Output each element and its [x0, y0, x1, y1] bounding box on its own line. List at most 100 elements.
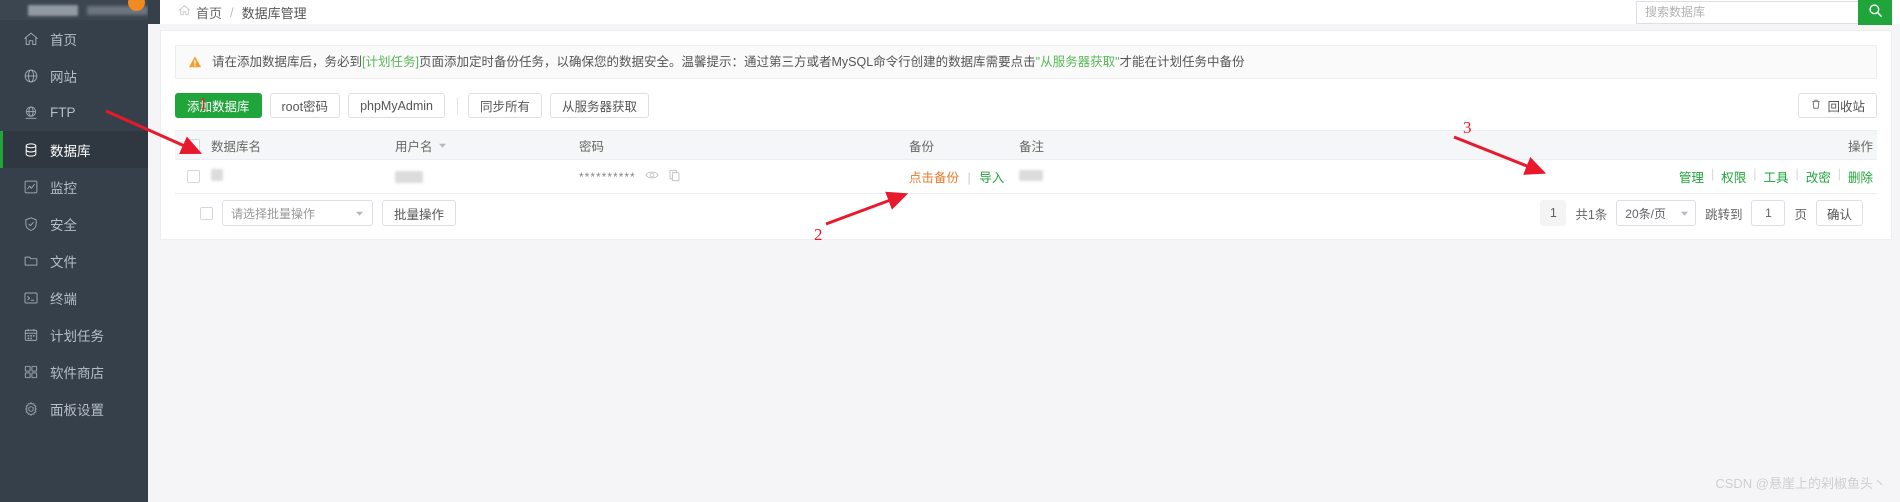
sidebar-item-label: 面板设置 — [50, 402, 104, 418]
sidebar-item-label: 监控 — [50, 180, 77, 196]
sidebar-item-label: 安全 — [50, 217, 77, 233]
database-table: 数据库名 用户名 密码 备份 备注 操作 ********** 点击备份 | 导… — [175, 130, 1877, 232]
jump-to-input[interactable] — [1751, 200, 1786, 226]
batch-action-select[interactable]: 请选择批量操作 — [222, 200, 374, 226]
action-tools[interactable]: 工具 — [1763, 167, 1788, 186]
import-link[interactable]: 导入 — [979, 171, 1004, 185]
sidebar-nav: 首页网站 FTP 数据库监控安全文件终端计划任务软件商店面板设置 — [0, 20, 148, 427]
grid-icon — [22, 363, 39, 380]
per-page-chevron-down-icon — [1680, 206, 1689, 220]
search-input[interactable] — [1636, 0, 1858, 24]
page-header: 首页 / 数据库管理 — [160, 0, 1900, 25]
sidebar-item-terminal[interactable]: 终端 — [0, 279, 148, 316]
action-delete[interactable]: 删除 — [1848, 167, 1873, 186]
sync-all-button[interactable]: 同步所有 — [468, 93, 543, 118]
total-count-label: 共1条 — [1575, 207, 1608, 222]
home-icon — [22, 30, 39, 47]
table-footer: 请选择批量操作 批量操作 1 共1条 20条/页 跳转到 1 页 确认 — [175, 194, 1877, 232]
sidebar-item-database[interactable]: 数据库 — [0, 131, 148, 168]
sidebar-item-globe[interactable]: 网站 — [0, 57, 148, 94]
sidebar-logo-area — [0, 0, 148, 20]
select-all-cell — [175, 138, 211, 152]
sidebar-item-shield[interactable]: 安全 — [0, 205, 148, 242]
sidebar-item-label: 首页 — [50, 32, 77, 48]
footer-select-all-checkbox[interactable] — [200, 206, 213, 220]
user-name-redacted — [395, 170, 423, 183]
page-unit-label: 页 — [1794, 207, 1807, 222]
cell-user-name — [395, 170, 579, 183]
watermark: CSDN @悬崖上的剁椒鱼头丶 — [1715, 476, 1886, 491]
chevron-down-icon — [355, 206, 364, 220]
recycle-bin-label: 回收站 — [1827, 100, 1865, 114]
app-root: 首页网站 FTP 数据库监控安全文件终端计划任务软件商店面板设置 首页 / 数据库管… — [0, 0, 1900, 502]
db-name-redacted — [211, 169, 223, 181]
action-manage[interactable]: 管理 — [1679, 167, 1704, 186]
fetch-server-link[interactable]: "从服务器获取" — [1036, 45, 1120, 79]
search-button[interactable] — [1858, 0, 1892, 25]
database-icon — [22, 141, 39, 158]
sidebar-item-label: 软件商店 — [50, 365, 104, 381]
globe-icon — [22, 67, 39, 84]
phpmyadmin-button[interactable]: phpMyAdmin — [348, 93, 446, 118]
shield-icon — [22, 215, 39, 232]
breadcrumb-home[interactable]: 首页 — [196, 3, 222, 22]
action-permission[interactable]: 权限 — [1721, 167, 1746, 186]
eye-icon[interactable] — [644, 168, 659, 185]
root-password-button[interactable]: root密码 — [269, 93, 341, 118]
annotation-number-2: 2 — [814, 225, 823, 244]
sidebar-item-label: 数据库 — [50, 143, 91, 159]
row-checkbox[interactable] — [186, 170, 200, 183]
add-database-button[interactable]: 添加数据库 — [175, 93, 262, 118]
backup-link[interactable]: 点击备份 — [909, 171, 959, 185]
sidebar-item-label: 终端 — [50, 291, 77, 307]
note-redacted — [1019, 169, 1043, 181]
confirm-button[interactable]: 确认 — [1815, 200, 1863, 226]
warning-text-1: 请在添加数据库后，务必到 — [212, 55, 363, 69]
folder-icon — [22, 252, 39, 269]
cell-note — [1019, 169, 1319, 184]
recycle-bin-button[interactable]: 回收站 — [1798, 93, 1877, 118]
column-header-password: 密码 — [579, 139, 605, 154]
cell-password: ********** — [579, 168, 909, 185]
sidebar-item-calendar[interactable]: 计划任务 — [0, 316, 148, 353]
scheduled-task-link[interactable]: [计划任务] — [362, 45, 419, 79]
chart-icon — [22, 178, 39, 195]
per-page-select[interactable]: 20条/页 — [1616, 200, 1696, 226]
warning-banner: 请在添加数据库后，务必到 [计划任务] 页面添加定时备份任务，以确保您的数据安全。温… — [175, 45, 1877, 79]
sidebar-item-home[interactable]: 首页 — [0, 20, 148, 57]
action-sep-1: | — [1710, 167, 1715, 181]
action-change-password[interactable]: 改密 — [1806, 167, 1831, 186]
toolbar-divider — [457, 97, 459, 114]
column-header-user-name-label: 用户名 — [395, 139, 433, 154]
sidebar-item-label: FTP — [50, 105, 76, 120]
sidebar: 首页网站 FTP 数据库监控安全文件终端计划任务软件商店面板设置 — [0, 0, 148, 502]
column-header-db-name[interactable]: 数据库名 — [211, 136, 395, 155]
column-header-user-name[interactable]: 用户名 — [395, 136, 579, 155]
ftp-icon — [22, 104, 39, 121]
fetch-from-server-button[interactable]: 从服务器获取 — [550, 93, 650, 118]
per-page-label: 20条/页 — [1625, 206, 1666, 221]
breadcrumb: 首页 / 数据库管理 — [160, 3, 307, 22]
sidebar-item-folder[interactable]: 文件 — [0, 242, 148, 279]
backup-separator: | — [967, 171, 971, 185]
annotation-number-3: 3 — [1463, 118, 1472, 137]
sidebar-item-chart[interactable]: 监控 — [0, 168, 148, 205]
batch-action-button[interactable]: 批量操作 — [382, 200, 457, 226]
sidebar-item-gear[interactable]: 面板设置 — [0, 390, 148, 427]
sort-caret-icon[interactable] — [438, 138, 447, 152]
page-number-1[interactable]: 1 — [1540, 200, 1567, 226]
toolbar: 添加数据库 root密码 phpMyAdmin 同步所有 从服务器获取 回收站 — [161, 79, 1891, 118]
copy-icon[interactable] — [668, 169, 681, 185]
select-all-checkbox[interactable] — [186, 138, 200, 152]
home-icon — [178, 4, 191, 20]
sidebar-item-grid[interactable]: 软件商店 — [0, 353, 148, 390]
annotation-number-1: 1 — [199, 94, 208, 113]
trash-icon — [1810, 98, 1822, 113]
main-panel: 请在添加数据库后，务必到 [计划任务] 页面添加定时备份任务，以确保您的数据安全。温… — [160, 30, 1892, 240]
pagination: 1 共1条 20条/页 跳转到 页 确认 — [1540, 200, 1863, 226]
table-header-row: 数据库名 用户名 密码 备份 备注 操作 — [175, 130, 1877, 160]
sidebar-item-label: 计划任务 — [50, 328, 104, 344]
breadcrumb-current: 数据库管理 — [241, 5, 307, 21]
sidebar-item-ftp[interactable]: FTP — [0, 94, 148, 131]
warning-text-2: 页面添加定时备份任务，以确保您的数据安全。温馨提示：通过第三方或者MySQL命令… — [418, 55, 1036, 69]
